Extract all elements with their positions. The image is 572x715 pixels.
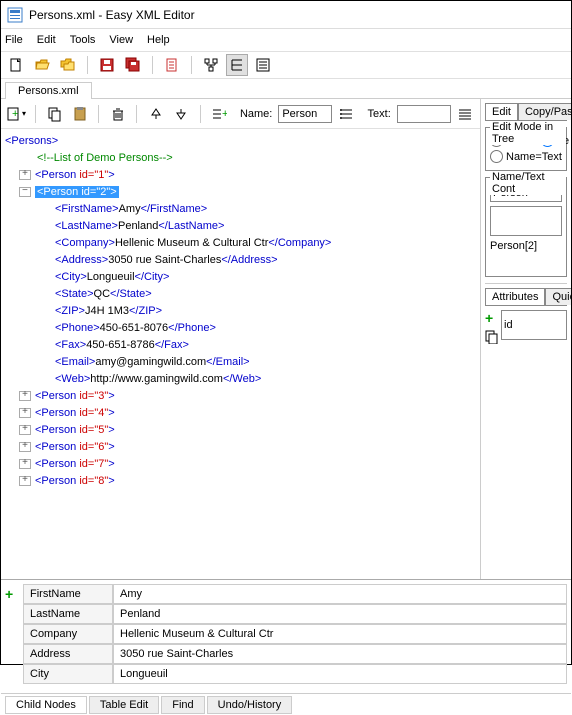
attr-name-input[interactable] bbox=[501, 310, 567, 340]
expander-icon[interactable]: + bbox=[19, 391, 31, 401]
tree-toolbar: +▾ + Name: Text: bbox=[1, 99, 480, 129]
text-label: Text: bbox=[368, 108, 391, 120]
paste-icon[interactable] bbox=[69, 103, 90, 125]
indent-icon[interactable]: + bbox=[209, 103, 230, 125]
save-all-icon[interactable] bbox=[122, 54, 144, 76]
prop-val[interactable]: Penland bbox=[113, 604, 567, 624]
divider bbox=[136, 105, 137, 123]
xml-tree[interactable]: <Persons><!--List of Demo Persons-->+<Pe… bbox=[1, 129, 480, 579]
svg-text:+: + bbox=[222, 108, 227, 120]
tab-undo-history[interactable]: Undo/History bbox=[207, 696, 293, 714]
expander-icon[interactable]: + bbox=[19, 459, 31, 469]
bottom-panel: + FirstNameAmyLastNamePenlandCompanyHell… bbox=[1, 579, 571, 715]
add-attr-icon[interactable]: + bbox=[485, 310, 499, 326]
divider bbox=[152, 56, 153, 74]
add-node-icon[interactable]: +▾ bbox=[5, 103, 27, 125]
content-fieldset: Name/Text Cont Person[2] bbox=[485, 177, 567, 277]
prop-key: City bbox=[23, 664, 113, 684]
expander-icon[interactable]: + bbox=[19, 476, 31, 486]
radio-nametext-label: Name=Text bbox=[506, 151, 562, 163]
divider bbox=[87, 56, 88, 74]
prop-val[interactable]: Longueuil bbox=[113, 664, 567, 684]
table-row[interactable]: Address3050 rue Saint-Charles bbox=[23, 644, 567, 664]
expander-icon[interactable]: + bbox=[19, 408, 31, 418]
tab-quick[interactable]: Quick bbox=[545, 288, 571, 305]
app-icon bbox=[7, 7, 23, 23]
menu-edit[interactable]: Edit bbox=[37, 34, 56, 46]
titlebar: Persons.xml - Easy XML Editor bbox=[1, 1, 571, 29]
bottom-tabs: Child Nodes Table Edit Find Undo/History bbox=[1, 693, 571, 715]
tab-copy-paste[interactable]: Copy/Paste bbox=[518, 103, 571, 120]
name-label: Name: bbox=[240, 108, 272, 120]
delete-icon[interactable] bbox=[107, 103, 128, 125]
validate-icon[interactable] bbox=[161, 54, 183, 76]
add-prop-icon[interactable]: + bbox=[5, 586, 13, 602]
property-table[interactable]: FirstNameAmyLastNamePenlandCompanyHellen… bbox=[19, 580, 571, 693]
text-input[interactable] bbox=[397, 105, 451, 123]
right-panel: Edit Copy/Paste Edit Mode in Tree Name T… bbox=[480, 99, 571, 579]
tab-edit[interactable]: Edit bbox=[485, 103, 518, 120]
name-input[interactable] bbox=[278, 105, 332, 123]
legend-edit-mode: Edit Mode in Tree bbox=[490, 121, 566, 145]
copy-attr-icon[interactable] bbox=[485, 330, 499, 344]
tab-table-edit[interactable]: Table Edit bbox=[89, 696, 159, 714]
window-title: Persons.xml - Easy XML Editor bbox=[29, 8, 195, 22]
edit-mode-fieldset: Edit Mode in Tree Name Te Name=Text bbox=[485, 127, 567, 171]
doc-tabs: Persons.xml bbox=[1, 79, 571, 99]
prop-val[interactable]: Amy bbox=[113, 584, 567, 604]
list-icon[interactable] bbox=[336, 103, 357, 125]
tab-find[interactable]: Find bbox=[161, 696, 204, 714]
prop-key: FirstName bbox=[23, 584, 113, 604]
attributes-panel: Attributes Quick + bbox=[485, 283, 567, 344]
table-row[interactable]: CityLongueuil bbox=[23, 664, 567, 684]
menu-help[interactable]: Help bbox=[147, 34, 170, 46]
prop-val[interactable]: 3050 rue Saint-Charles bbox=[113, 644, 567, 664]
expander-icon[interactable]: + bbox=[19, 442, 31, 452]
divider bbox=[191, 56, 192, 74]
align-icon[interactable] bbox=[455, 103, 476, 125]
save-icon[interactable] bbox=[96, 54, 118, 76]
menu-file[interactable]: File bbox=[5, 34, 23, 46]
expander-icon[interactable]: − bbox=[19, 187, 31, 197]
expander-icon[interactable]: + bbox=[19, 170, 31, 180]
prop-val[interactable]: Hellenic Museum & Cultural Ctr bbox=[113, 624, 567, 644]
tab-attributes[interactable]: Attributes bbox=[485, 288, 545, 305]
open-multi-icon[interactable] bbox=[57, 54, 79, 76]
divider bbox=[98, 105, 99, 123]
move-down-icon[interactable] bbox=[171, 103, 192, 125]
table-row[interactable]: FirstNameAmy bbox=[23, 584, 567, 604]
divider bbox=[35, 105, 36, 123]
open-icon[interactable] bbox=[31, 54, 53, 76]
tree-outline-icon[interactable] bbox=[200, 54, 222, 76]
expander-icon[interactable]: + bbox=[19, 425, 31, 435]
content-area[interactable] bbox=[490, 206, 562, 236]
node-path: Person[2] bbox=[490, 240, 562, 252]
radio-nametext[interactable] bbox=[490, 150, 503, 163]
doc-tab[interactable]: Persons.xml bbox=[5, 82, 92, 99]
svg-text:+: + bbox=[12, 108, 18, 120]
move-up-icon[interactable] bbox=[145, 103, 166, 125]
table-row[interactable]: LastNamePenland bbox=[23, 604, 567, 624]
copy-icon[interactable] bbox=[44, 103, 65, 125]
new-icon[interactable] bbox=[5, 54, 27, 76]
prop-key: Company bbox=[23, 624, 113, 644]
tab-child-nodes[interactable]: Child Nodes bbox=[5, 696, 87, 714]
source-view-icon[interactable] bbox=[252, 54, 274, 76]
prop-key: Address bbox=[23, 644, 113, 664]
menubar: File Edit Tools View Help bbox=[1, 29, 571, 51]
table-row[interactable]: CompanyHellenic Museum & Cultural Ctr bbox=[23, 624, 567, 644]
main-toolbar bbox=[1, 51, 571, 79]
prop-key: LastName bbox=[23, 604, 113, 624]
menu-tools[interactable]: Tools bbox=[70, 34, 96, 46]
tree-view-icon[interactable] bbox=[226, 54, 248, 76]
divider bbox=[200, 105, 201, 123]
legend-content: Name/Text Cont bbox=[490, 171, 566, 195]
menu-view[interactable]: View bbox=[109, 34, 133, 46]
